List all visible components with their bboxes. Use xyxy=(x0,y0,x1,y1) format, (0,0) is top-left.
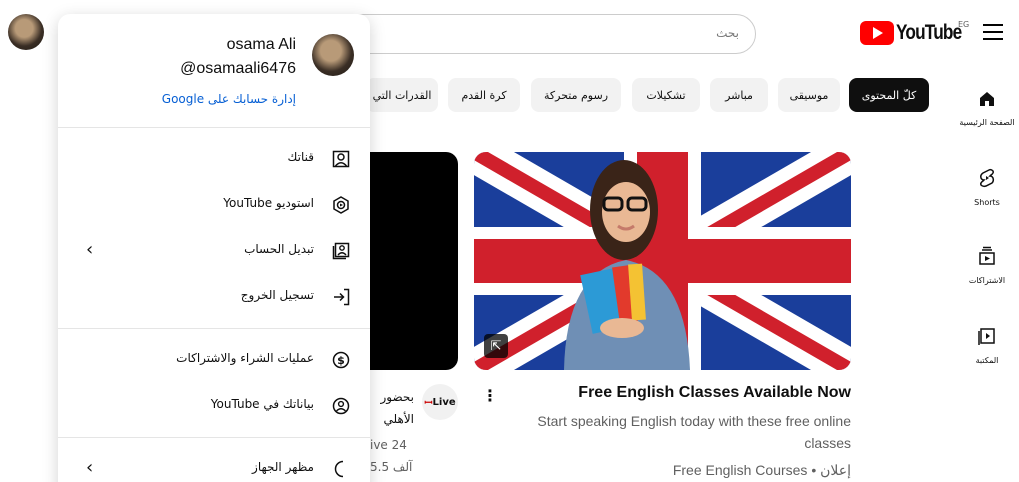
live-dot-icon: ꟷ xyxy=(424,398,433,409)
menu-item-purchases[interactable]: $ عمليات الشراء والاشتراكات xyxy=(58,337,370,383)
menu-item-studio[interactable]: استوديو YouTube xyxy=(58,182,370,228)
chevron-left-icon: ‹ xyxy=(86,457,94,478)
library-icon xyxy=(958,326,1016,352)
menu-icon[interactable] xyxy=(983,24,1003,40)
menu-item-your-channel[interactable]: قناتك xyxy=(58,136,370,182)
menu-section-appearance: مظهر الجهاز ‹ xyxy=(58,438,370,482)
chip-music[interactable]: موسيقى xyxy=(778,78,840,112)
chip-football[interactable]: كرة القدم xyxy=(448,78,520,112)
ad-video-meta: Free English Courses • إعلان xyxy=(672,462,851,478)
account-menu: osama Ali @osamaali6476 إدارة حسابك على … xyxy=(58,14,370,482)
more-options-icon[interactable]: ⋮ xyxy=(482,386,498,405)
search-placeholder: بحث xyxy=(716,26,739,40)
account-avatar-button[interactable] xyxy=(8,14,44,50)
switch-account-icon xyxy=(330,240,352,262)
menu-item-switch-account[interactable]: تبديل الحساب ‹ xyxy=(58,228,370,274)
manage-google-account-link[interactable]: إدارة حسابك على Google xyxy=(162,92,296,106)
account-menu-header: osama Ali @osamaali6476 إدارة حسابك على … xyxy=(58,14,370,128)
chip-skills[interactable]: القدرات التي xyxy=(366,78,438,112)
menu-item-your-data[interactable]: بياناتك في YouTube xyxy=(58,383,370,429)
account-name: osama Ali xyxy=(226,36,296,53)
chip-mixes[interactable]: تشكيلات xyxy=(632,78,700,112)
live-video-title[interactable]: بحضور الأهلي xyxy=(370,386,415,430)
data-icon xyxy=(330,395,352,417)
menu-item-sign-out[interactable]: تسجيل الخروج xyxy=(58,274,370,320)
chevron-left-icon: ‹ xyxy=(86,239,94,260)
sign-out-icon xyxy=(330,286,352,308)
home-icon xyxy=(958,90,1016,114)
country-code: EG xyxy=(958,20,970,29)
ad-video-thumbnail[interactable]: ⇱ xyxy=(474,152,851,370)
external-link-icon[interactable]: ⇱ xyxy=(484,334,508,358)
ad-video-title[interactable]: Free English Classes Available Now xyxy=(578,384,851,402)
live-channel-avatar[interactable]: ꟷ Live xyxy=(422,384,458,420)
guide-subscriptions[interactable]: الاشتراكات xyxy=(958,246,1016,285)
menu-section-account: قناتك استوديو YouTube تبديل الحساب ‹ تسج… xyxy=(58,128,370,329)
guide-shorts[interactable]: Shorts xyxy=(958,168,1016,207)
shorts-icon xyxy=(958,168,1016,194)
guide-library[interactable]: المكتبة xyxy=(958,326,1016,365)
live-video-meta: ive 24 5.5 آلف xyxy=(370,438,413,474)
chip-animation[interactable]: رسوم متحركة xyxy=(531,78,621,112)
menu-item-appearance[interactable]: مظهر الجهاز ‹ xyxy=(58,446,370,482)
menu-section-purchases: $ عمليات الشراء والاشتراكات بياناتك في Y… xyxy=(58,329,370,438)
account-handle: @osamaali6476 xyxy=(180,60,296,77)
chip-all[interactable]: كلّ المحتوى xyxy=(849,78,929,112)
union-jack-thumbnail-image xyxy=(474,152,851,370)
youtube-play-icon xyxy=(860,21,894,45)
guide-home[interactable]: الصفحة الرئيسية xyxy=(958,90,1016,127)
studio-icon xyxy=(330,194,352,216)
dollar-icon: $ xyxy=(330,349,352,371)
moon-icon xyxy=(330,458,352,480)
chip-live[interactable]: مباشر xyxy=(710,78,768,112)
logo-text: YouTube xyxy=(896,21,962,44)
channel-icon xyxy=(330,148,352,170)
ad-video-description: Start speaking English today with these … xyxy=(537,413,851,451)
subscriptions-icon xyxy=(958,246,1016,272)
svg-text:$: $ xyxy=(337,354,345,367)
menu-avatar xyxy=(312,34,354,76)
